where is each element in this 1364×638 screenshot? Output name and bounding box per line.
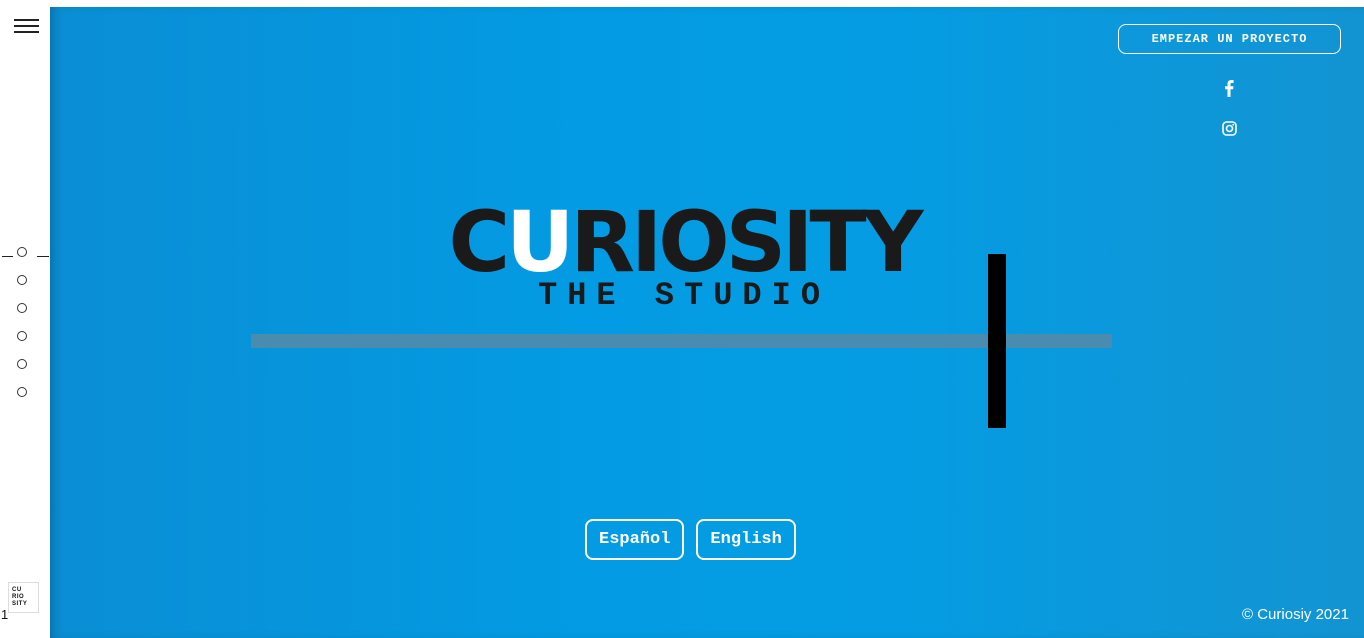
nav-dot-2[interactable]	[17, 275, 27, 285]
nav-dot-5[interactable]	[17, 359, 27, 369]
sidebar: CU RIO SITY 1	[0, 0, 50, 638]
active-dash-left	[2, 256, 13, 257]
copyright-text: © Curiosiy 2021	[1242, 606, 1349, 623]
loader-track	[251, 334, 1112, 348]
hero-section: EMPEZAR UN PROYECTO CURIOSITY THE STUDIO…	[50, 7, 1364, 638]
brand-logo: CURIOSITY THE STUDIO	[434, 197, 934, 313]
language-selector: Español English	[585, 519, 796, 560]
nav-dot-3[interactable]	[17, 303, 27, 313]
mini-logo[interactable]: CU RIO SITY	[8, 582, 39, 613]
menu-line	[14, 31, 39, 33]
nav-dot-1[interactable]	[17, 247, 27, 257]
nav-dot-4[interactable]	[17, 331, 27, 341]
instagram-icon[interactable]	[1220, 119, 1238, 137]
page-number: 1	[1, 607, 9, 622]
mini-logo-line: RIO	[12, 594, 25, 600]
spanish-button[interactable]: Español	[585, 519, 685, 560]
menu-line	[14, 19, 39, 21]
start-project-button[interactable]: EMPEZAR UN PROYECTO	[1118, 24, 1341, 54]
english-button[interactable]: English	[696, 519, 796, 560]
active-dash-right	[37, 256, 49, 257]
facebook-icon[interactable]	[1220, 79, 1238, 97]
hamburger-menu-icon[interactable]	[14, 19, 39, 35]
brand-title-prefix: C	[448, 193, 510, 291]
loader-cursor	[988, 254, 1006, 428]
mini-logo-line: CU	[12, 587, 22, 593]
mini-logo-line: SITY	[12, 601, 28, 607]
brand-title: CURIOSITY	[434, 197, 934, 287]
menu-line	[14, 25, 39, 27]
nav-dot-6[interactable]	[17, 387, 27, 397]
